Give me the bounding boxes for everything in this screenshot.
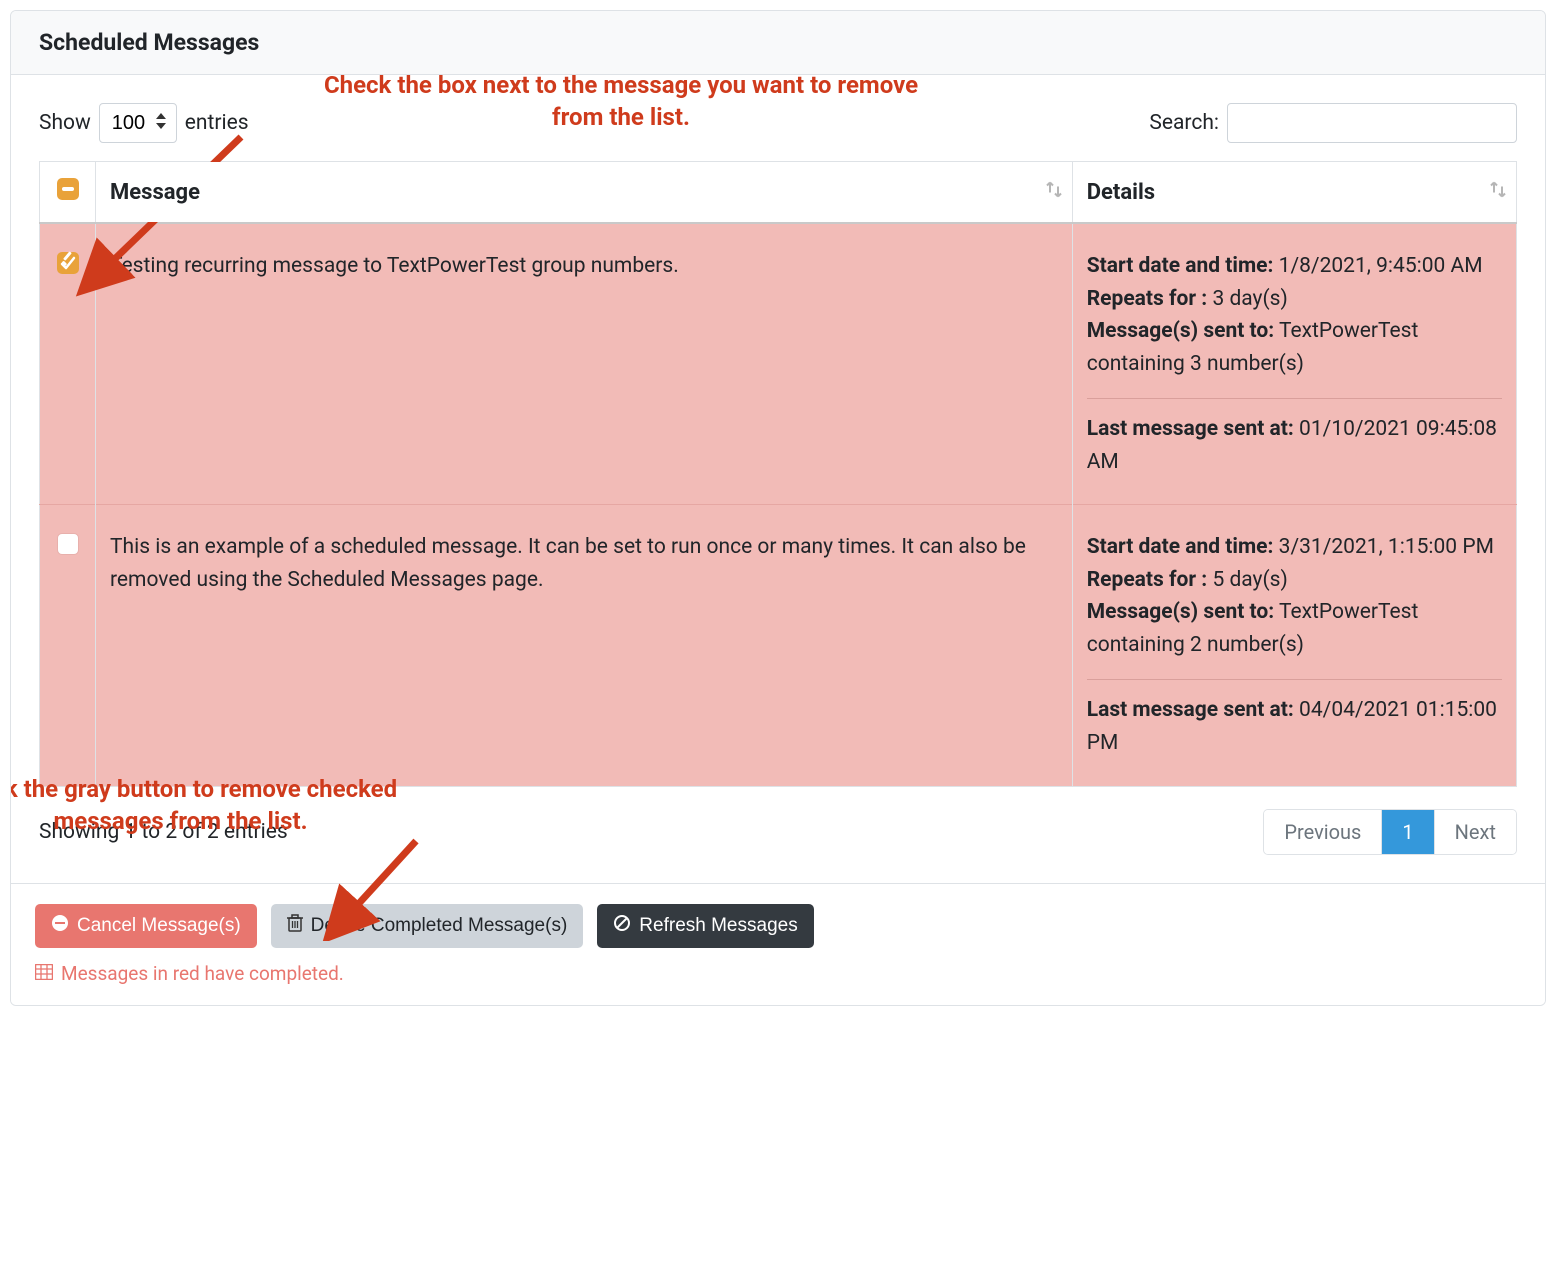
messages-table: Message Details: [39, 161, 1517, 787]
minus-circle-icon: [51, 914, 69, 938]
refresh-messages-button[interactable]: Refresh Messages: [597, 904, 813, 948]
last-label: Last message sent at:: [1087, 698, 1294, 722]
search-input[interactable]: [1227, 103, 1517, 143]
refresh-button-label: Refresh Messages: [639, 915, 797, 937]
cancel-button-label: Cancel Message(s): [77, 915, 241, 937]
message-cell: This is an example of a scheduled messag…: [96, 505, 1073, 786]
table-row: Testing recurring message to TextPowerTe…: [40, 223, 1517, 505]
delete-button-label: Delete Completed Message(s): [311, 915, 568, 937]
pagination-prev[interactable]: Previous: [1264, 810, 1381, 854]
repeats-value: 5 day(s): [1212, 568, 1287, 592]
start-value: 1/8/2021, 9:45:00 AM: [1279, 254, 1483, 278]
repeats-value: 3 day(s): [1212, 287, 1287, 311]
last-label: Last message sent at:: [1087, 417, 1294, 441]
completed-legend: Messages in red have completed.: [35, 962, 1521, 985]
header-details-label: Details: [1087, 180, 1155, 205]
table-header-row: Message Details: [40, 162, 1517, 224]
action-buttons: Cancel Message(s) Delete Completed Messa…: [35, 904, 1521, 948]
details-cell: Start date and time: 1/8/2021, 9:45:00 A…: [1072, 223, 1516, 505]
pagination-page-1[interactable]: 1: [1381, 810, 1433, 854]
row-checkbox[interactable]: [57, 533, 79, 555]
header-details[interactable]: Details: [1072, 162, 1516, 224]
search-control: Search:: [1149, 103, 1517, 143]
table-footer: Showing 1 to 2 of 2 entries Click the gr…: [39, 809, 1517, 855]
card-body: Check the box next to the message you wa…: [11, 75, 1545, 883]
table-icon: [35, 962, 53, 985]
delete-completed-button[interactable]: Delete Completed Message(s): [271, 904, 584, 948]
sort-icon: [1046, 180, 1062, 205]
length-show-label: Show: [39, 111, 91, 135]
trash-icon: [287, 914, 303, 938]
table-controls: Show 100 entries Search:: [39, 103, 1517, 143]
repeats-label: Repeats for :: [1087, 287, 1208, 311]
card-title: Scheduled Messages: [11, 11, 1545, 75]
length-control: Show 100 entries: [39, 103, 249, 143]
table-row: This is an example of a scheduled messag…: [40, 505, 1517, 786]
length-entries-label: entries: [185, 111, 249, 135]
details-cell: Start date and time: 3/31/2021, 1:15:00 …: [1072, 505, 1516, 786]
pagination-next[interactable]: Next: [1434, 810, 1516, 854]
card-footer: Cancel Message(s) Delete Completed Messa…: [11, 883, 1545, 1005]
cancel-messages-button[interactable]: Cancel Message(s): [35, 904, 257, 948]
repeats-label: Repeats for :: [1087, 568, 1208, 592]
pagination: Previous 1 Next: [1263, 809, 1517, 855]
ban-icon: [613, 914, 631, 938]
entries-info: Showing 1 to 2 of 2 entries: [39, 820, 288, 844]
start-label: Start date and time:: [1087, 535, 1274, 559]
sent-to-label: Message(s) sent to:: [1087, 600, 1274, 624]
scheduled-messages-card: Scheduled Messages Check the box next to…: [10, 10, 1546, 1006]
length-select[interactable]: 100: [99, 103, 177, 143]
start-value: 3/31/2021, 1:15:00 PM: [1279, 535, 1494, 559]
select-all-checkbox[interactable]: [57, 178, 79, 200]
message-cell: Testing recurring message to TextPowerTe…: [96, 223, 1073, 505]
legend-text: Messages in red have completed.: [61, 962, 344, 985]
sort-icon: [1490, 180, 1506, 205]
row-checkbox[interactable]: [57, 252, 79, 274]
start-label: Start date and time:: [1087, 254, 1274, 278]
search-label: Search:: [1149, 111, 1219, 135]
header-checkbox-cell: [40, 162, 96, 224]
sent-to-label: Message(s) sent to:: [1087, 319, 1274, 343]
header-message-label: Message: [110, 180, 200, 205]
header-message[interactable]: Message: [96, 162, 1073, 224]
